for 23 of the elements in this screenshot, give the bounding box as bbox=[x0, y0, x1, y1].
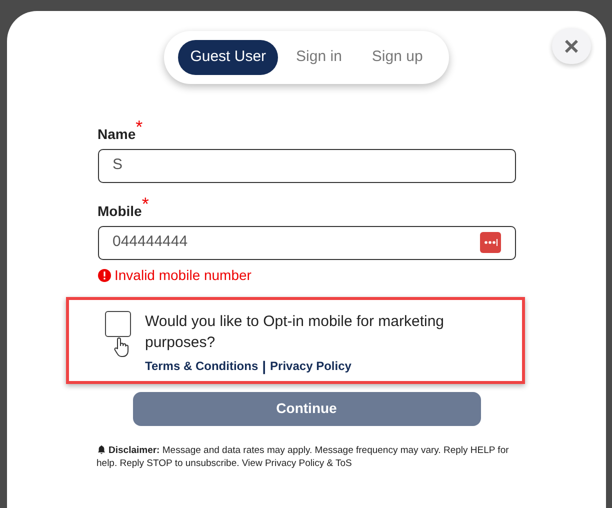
close-button[interactable]: × bbox=[552, 28, 591, 64]
field-label: Name bbox=[98, 124, 136, 144]
checkbox[interactable] bbox=[105, 310, 131, 336]
error-message: Invalid mobile number bbox=[114, 266, 252, 284]
bell-icon bbox=[96, 444, 106, 454]
password-dots-icon bbox=[480, 232, 500, 253]
tab[interactable]: Guest User bbox=[178, 40, 278, 74]
input-field[interactable]: 044444444 bbox=[98, 226, 516, 260]
opt-in-question: Would you like to Opt-in mobile for marketing purposes? bbox=[145, 312, 446, 352]
terms-link[interactable]: Terms & Conditions bbox=[145, 357, 258, 375]
tab[interactable]: Sign up bbox=[360, 40, 435, 74]
privacy-link[interactable]: Privacy Policy bbox=[270, 357, 352, 375]
required-mark: * bbox=[136, 118, 143, 136]
disclaimer-text: Disclaimer: Message and data rates may apply. Message frequency may vary. Reply HELP for help. Reply STOP to unsubscribe. View Privacy Policy & ToS bbox=[96, 444, 510, 470]
tab[interactable]: Sign in bbox=[284, 40, 354, 74]
input-field[interactable]: S bbox=[98, 148, 516, 182]
link-separator: | bbox=[262, 356, 266, 376]
pointer-cursor-icon bbox=[113, 336, 131, 358]
error-icon bbox=[98, 268, 110, 282]
field-value: S bbox=[112, 155, 124, 176]
field-value: 044444444 bbox=[112, 232, 189, 252]
field-label: Mobile bbox=[98, 202, 142, 220]
required-mark: * bbox=[142, 194, 149, 212]
